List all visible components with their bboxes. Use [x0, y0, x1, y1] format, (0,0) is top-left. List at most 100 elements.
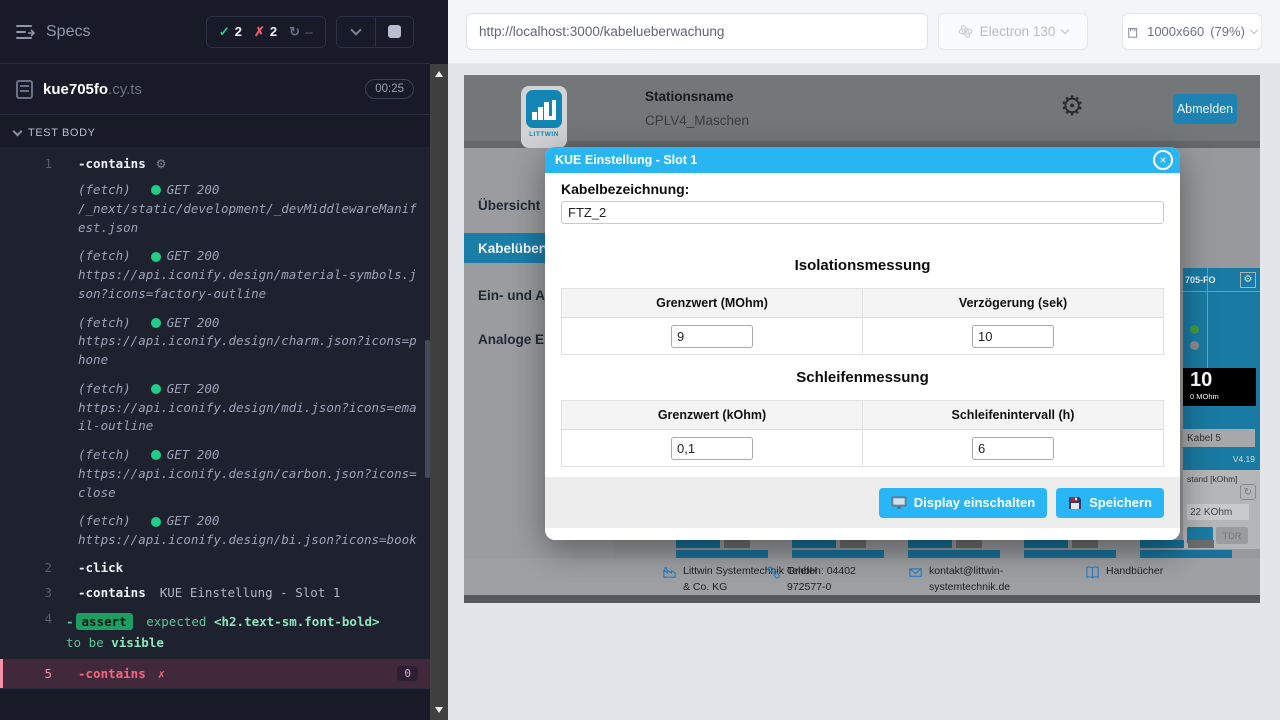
fetch-status: GET 200 — [167, 446, 220, 465]
fetch-log-3[interactable]: (fetch) GET 200 https://api.iconify.desi… — [0, 309, 430, 375]
footer-email: kontakt@littwin-systemtechnik.de — [908, 564, 1043, 596]
fetch-tag: (fetch) — [78, 512, 131, 531]
fetch-status: GET 200 — [167, 512, 220, 531]
command-contains-1[interactable]: 1 -contains ⚙ — [0, 151, 430, 176]
spec-file-ext: .cy.ts — [108, 81, 142, 98]
url-input[interactable] — [466, 13, 928, 50]
email-icon — [908, 565, 923, 580]
footer-phone: Telefon: 04402 972577-0 — [766, 564, 884, 596]
fetch-url: https://api.iconify.design/bi.json?icons… — [78, 531, 418, 550]
panel-scrollbar[interactable] — [430, 64, 448, 720]
fetch-log-2[interactable]: (fetch) GET 200 https://api.iconify.desi… — [0, 242, 430, 308]
command-contains-failed[interactable]: 5 -contains ✗ 0 — [0, 659, 430, 688]
stop-button[interactable] — [375, 17, 413, 47]
footer-manuals[interactable]: Handbücher — [1085, 564, 1195, 580]
company-logo: LITTWIN — [521, 86, 567, 148]
command-log: 1 -contains ⚙ (fetch) GET 200 /_next/sta… — [0, 147, 430, 689]
command-number: 3 — [0, 585, 52, 600]
settings-gear-icon[interactable]: ⚙ — [1060, 91, 1084, 122]
close-button[interactable]: × — [1153, 150, 1173, 170]
fetch-url: https://api.iconify.design/material-symb… — [78, 266, 418, 304]
schleifen-grenzwert-input[interactable] — [671, 437, 753, 460]
browser-selector[interactable]: Electron 130 — [938, 13, 1088, 50]
passed-count: 2 — [235, 24, 242, 39]
command-name: -click — [78, 560, 123, 575]
command-number: 5 — [3, 666, 52, 681]
phone-icon — [766, 565, 781, 580]
card-fragment — [908, 540, 1000, 558]
firmware-version: V4.19 — [1233, 454, 1255, 464]
resistance-label: stand [kOhm] — [1187, 474, 1260, 484]
littwin-logo-icon — [526, 90, 562, 128]
schleifen-col-intervall: Schleifenintervall (h) — [863, 401, 1164, 430]
schleifen-table: Grenzwert (kOhm) Schleifenintervall (h) — [561, 400, 1164, 467]
fetch-log-1[interactable]: (fetch) GET 200 /_next/static/developmen… — [0, 176, 430, 242]
collapse-button[interactable] — [337, 17, 375, 47]
kue-settings-modal: KUE Einstellung - Slot 1 × Kabelbezeichn… — [545, 147, 1180, 540]
logout-button[interactable]: Abmelden — [1173, 94, 1237, 124]
fetch-status: GET 200 — [167, 247, 220, 266]
fetch-log-5[interactable]: (fetch) GET 200 https://api.iconify.desi… — [0, 441, 430, 507]
modal-footer: Display einschalten Speichern — [545, 477, 1180, 528]
isolation-col-verzoegerung: Verzögerung (sek) — [863, 289, 1164, 318]
fail-x-icon: ✗ — [158, 667, 165, 681]
chevron-down-icon — [1061, 26, 1069, 34]
card-fragment — [1140, 540, 1232, 558]
divider — [0, 688, 430, 689]
viewport-selector[interactable]: 1000x660 (79%) — [1122, 13, 1262, 50]
isolation-verzoegerung-input[interactable] — [972, 325, 1054, 348]
schleifen-intervall-input[interactable] — [972, 437, 1054, 460]
phone-text: Telefon: 04402 972577-0 — [787, 564, 884, 596]
fetch-log-4[interactable]: (fetch) GET 200 https://api.iconify.desi… — [0, 375, 430, 441]
command-contains-2[interactable]: 3 -contains KUE Einstellung - Slot 1 — [0, 580, 430, 605]
specs-menu-icon[interactable] — [16, 25, 36, 39]
command-number: 2 — [0, 560, 52, 575]
station-name: CPLV4_Maschen — [645, 113, 749, 128]
status-dot-icon — [151, 185, 161, 195]
failed-stat: ✗ 2 — [254, 24, 277, 40]
scroll-down-icon[interactable] — [435, 707, 443, 713]
station-label: Stationsname — [645, 89, 734, 104]
email-text: kontakt@littwin-systemtechnik.de — [929, 564, 1043, 596]
refresh-icon: ↻ — [289, 24, 300, 40]
scroll-up-icon[interactable] — [435, 71, 443, 77]
fetch-status: GET 200 — [167, 314, 220, 333]
fetch-log-6[interactable]: (fetch) GET 200 https://api.iconify.desi… — [0, 507, 430, 555]
test-stats: ✓ 2 ✗ 2 ↻ -- — [206, 16, 326, 48]
isolation-col-grenzwert: Grenzwert (MOhm) — [562, 289, 863, 318]
fetch-tag: (fetch) — [78, 446, 131, 465]
command-click[interactable]: 2 -click — [0, 555, 430, 580]
cross-icon: ✗ — [254, 24, 265, 40]
command-number: 4 — [0, 611, 52, 626]
isolation-section-title: Isolationsmessung — [545, 257, 1180, 274]
kue-app: LITTWIN Stationsname CPLV4_Maschen ⚙ Abm… — [464, 75, 1260, 603]
spec-file-row[interactable]: kue705fo .cy.ts 00:25 — [0, 64, 430, 114]
kue-device-card: 705-FO ⚙ 10 0 MOhm Kabel 5 V4.19 stand [… — [1183, 268, 1260, 549]
schleifen-section-title: Schleifenmessung — [545, 369, 1180, 386]
book-icon — [1085, 565, 1100, 580]
spec-duration: 00:25 — [365, 79, 414, 99]
fetch-tag: (fetch) — [78, 181, 131, 200]
save-label: Speichern — [1089, 495, 1152, 510]
chevron-down-icon — [13, 127, 23, 137]
isolation-grenzwert-input[interactable] — [671, 325, 753, 348]
assert-selector: <h2.text-sm.font-bold> — [214, 614, 380, 629]
display-on-button[interactable]: Display einschalten — [879, 488, 1047, 518]
refresh-icon[interactable]: ↻ — [1240, 484, 1256, 500]
test-body-section[interactable]: TEST BODY — [0, 115, 430, 147]
resistance-value: 22 KOhm — [1187, 504, 1249, 520]
status-led-gray — [1190, 341, 1199, 350]
measurement-unit: 0 MOhm — [1190, 392, 1256, 401]
command-assert[interactable]: 4 -assert expected <h2.text-sm.font-bold… — [0, 605, 430, 660]
floppy-save-icon — [1068, 496, 1082, 510]
cable-label: Kabel 5 — [1183, 429, 1255, 447]
card-fragment — [676, 540, 768, 558]
factory-icon — [662, 565, 677, 580]
cable-name-input[interactable] — [561, 201, 1164, 224]
assert-text-bold: visible — [111, 635, 164, 650]
device-gear-icon[interactable]: ⚙ — [1240, 272, 1256, 288]
close-icon: × — [1159, 153, 1166, 167]
runner-url-bar: Electron 130 1000x660 (79%) — [448, 0, 1280, 64]
save-button[interactable]: Speichern — [1056, 488, 1164, 518]
display-on-label: Display einschalten — [914, 495, 1035, 510]
